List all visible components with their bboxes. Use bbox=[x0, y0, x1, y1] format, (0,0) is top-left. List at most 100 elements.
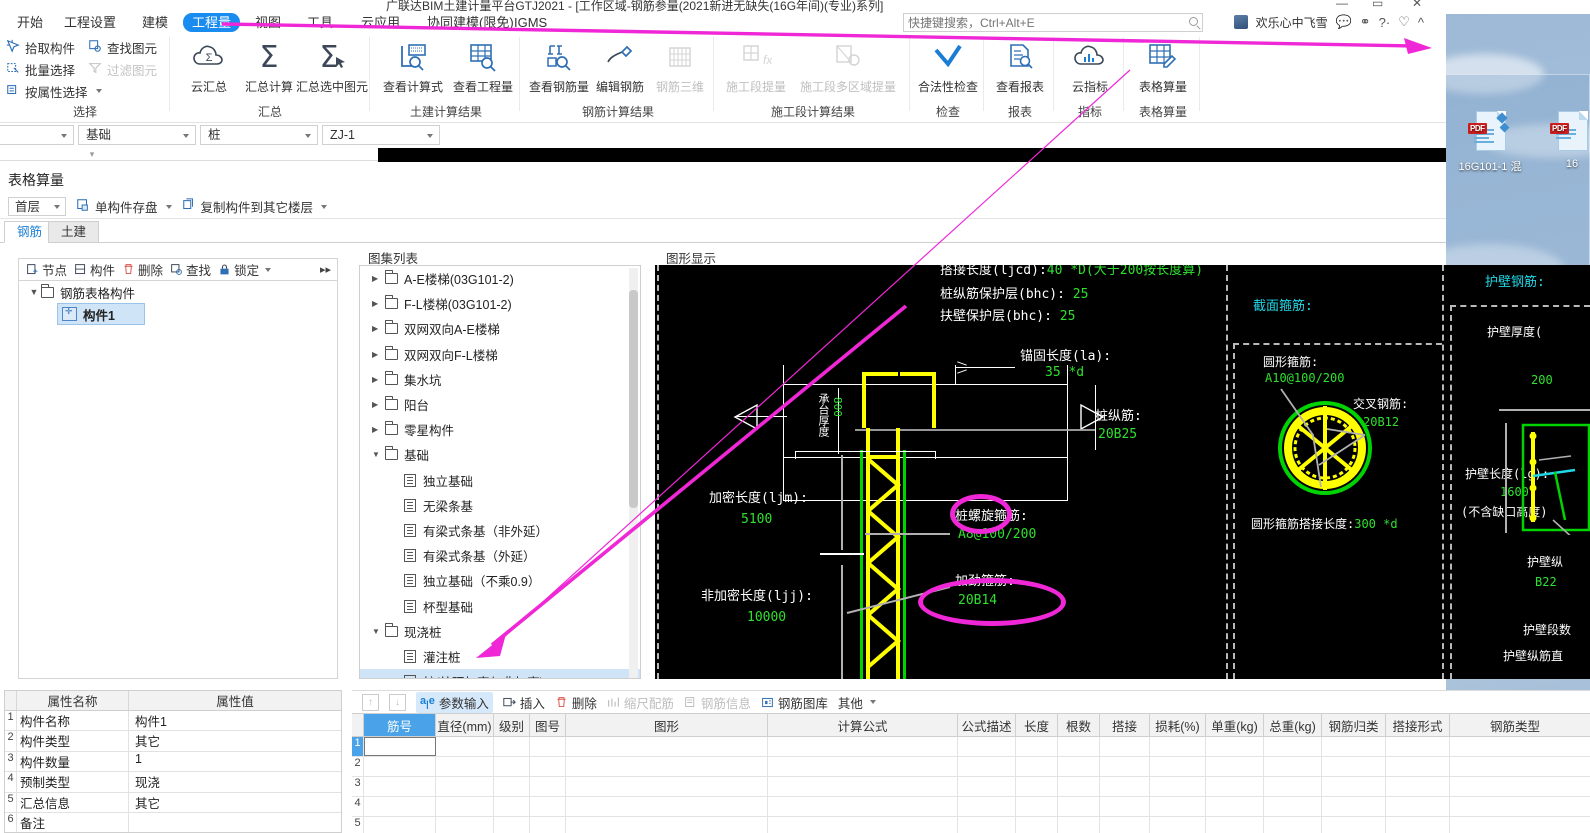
cell-shape[interactable] bbox=[566, 737, 768, 756]
ribbon-button-validity-check[interactable]: 合法性检查 bbox=[914, 36, 982, 95]
cell-formula[interactable] bbox=[768, 737, 958, 756]
comment-icon[interactable]: 💬 bbox=[1336, 14, 1352, 30]
cell-lap[interactable] bbox=[1100, 777, 1150, 796]
column-header-grade[interactable]: 级别 bbox=[494, 714, 530, 736]
atlas-item-cast-in-place-pile[interactable]: ▼ 现浇桩 bbox=[360, 619, 640, 644]
ribbon-button-view-report[interactable]: 查看报表 bbox=[988, 36, 1052, 95]
cell-formula[interactable] bbox=[768, 757, 958, 776]
table-row[interactable]: 5 bbox=[352, 817, 1590, 833]
property-value[interactable]: 其它 bbox=[129, 793, 341, 812]
cell-drawing-no[interactable] bbox=[530, 797, 566, 816]
delete-button[interactable]: 删除 bbox=[555, 693, 597, 712]
copy-component-button[interactable]: 复制构件到其它楼层 bbox=[182, 197, 328, 216]
cell-count[interactable] bbox=[1058, 757, 1100, 776]
cell-formula[interactable] bbox=[768, 797, 958, 816]
cell-rebar-type[interactable] bbox=[1450, 797, 1580, 816]
cell-drawing-no[interactable] bbox=[530, 737, 566, 756]
menu-item-quantity[interactable]: 工程量 bbox=[183, 13, 241, 32]
menu-item-start[interactable]: 开始 bbox=[8, 13, 52, 32]
cell-loss[interactable] bbox=[1150, 797, 1206, 816]
cell-formula-desc[interactable] bbox=[958, 737, 1016, 756]
cell-rebar-no[interactable] bbox=[364, 797, 436, 816]
atlas-item-dual-fl-stair[interactable]: ▶ 双网双向F-L楼梯 bbox=[360, 342, 640, 367]
menu-item-modeling[interactable]: 建模 bbox=[133, 13, 177, 32]
cell-unit-weight[interactable] bbox=[1206, 817, 1264, 833]
ribbon-button-table-quantity[interactable]: 表格算量 bbox=[1130, 36, 1196, 95]
cell-formula[interactable] bbox=[768, 777, 958, 796]
cell-rebar-class[interactable] bbox=[1322, 777, 1386, 796]
ribbon-button-select-by-property[interactable]: 按属性选择 bbox=[6, 80, 102, 102]
column-header-rebar-class[interactable]: 钢筋归类 bbox=[1322, 714, 1386, 736]
atlas-item-beam-strip-inner[interactable]: 有梁式条基（非外延） bbox=[360, 518, 640, 543]
chevron-down-icon[interactable] bbox=[165, 204, 172, 209]
cell-diameter[interactable] bbox=[436, 817, 494, 833]
column-header-lap[interactable]: 搭接 bbox=[1100, 714, 1150, 736]
cell-grade[interactable] bbox=[494, 757, 530, 776]
atlas-item-independent-foundation[interactable]: 独立基础 bbox=[360, 468, 640, 493]
param-input-button[interactable]: a|e 参数输入 bbox=[416, 691, 493, 713]
cell-rebar-no[interactable] bbox=[364, 817, 436, 833]
property-value[interactable] bbox=[129, 813, 341, 832]
user-name[interactable]: 欢乐心中飞雪 bbox=[1256, 14, 1328, 31]
cell-unit-weight[interactable] bbox=[1206, 757, 1264, 776]
cell-length[interactable] bbox=[1016, 797, 1058, 816]
menu-item-cloud-apps[interactable]: 云应用 bbox=[352, 13, 409, 32]
atlas-item-dual-ae-stair[interactable]: ▶ 双网双向A-E楼梯 bbox=[360, 316, 640, 341]
tree-item-component-1[interactable]: 构件1 bbox=[57, 303, 145, 325]
ribbon-button-view-formula[interactable]: 查看计算式 bbox=[378, 36, 448, 95]
tree-button-node[interactable]: 节点 bbox=[26, 260, 67, 279]
cell-rebar-class[interactable] bbox=[1322, 797, 1386, 816]
menu-item-project-settings[interactable]: 工程设置 bbox=[55, 13, 125, 32]
cell-diameter[interactable] bbox=[436, 777, 494, 796]
cell-count[interactable] bbox=[1058, 797, 1100, 816]
property-row-precast-type[interactable]: 4 预制类型 现浇 bbox=[5, 772, 341, 793]
search-input[interactable] bbox=[904, 14, 1176, 31]
atlas-item-sump[interactable]: ▶ 集水坑 bbox=[360, 367, 640, 392]
column-header-lap-form[interactable]: 搭接形式 bbox=[1386, 714, 1450, 736]
property-grid-splitter[interactable] bbox=[4, 681, 342, 689]
insert-button[interactable]: 插入 bbox=[503, 693, 545, 712]
cell-count[interactable] bbox=[1058, 777, 1100, 796]
table-row[interactable]: 2 bbox=[352, 757, 1590, 777]
cell-total-weight[interactable] bbox=[1264, 777, 1322, 796]
cell-formula-desc[interactable] bbox=[958, 757, 1016, 776]
atlas-item-beam-strip-outer[interactable]: 有梁式条基（外延） bbox=[360, 543, 640, 568]
tree-button-delete[interactable]: 删除 bbox=[122, 260, 163, 279]
cell-total-weight[interactable] bbox=[1264, 737, 1322, 756]
floor-level-combo[interactable]: 首层 bbox=[8, 197, 66, 216]
table-row[interactable]: 4 bbox=[352, 797, 1590, 817]
cell-rebar-type[interactable] bbox=[1450, 817, 1580, 833]
cell-total-weight[interactable] bbox=[1264, 757, 1322, 776]
cell-shape[interactable] bbox=[566, 777, 768, 796]
cell-drawing-no[interactable] bbox=[530, 777, 566, 796]
cell-rebar-no[interactable] bbox=[364, 777, 436, 796]
atlas-item-beamless-strip[interactable]: 无梁条基 bbox=[360, 493, 640, 518]
chevron-down-icon[interactable] bbox=[321, 204, 328, 209]
chevron-down-icon[interactable] bbox=[61, 134, 67, 138]
splitter-handle-left[interactable]: ▾ bbox=[85, 150, 99, 159]
cell-count[interactable] bbox=[1058, 737, 1100, 756]
chevron-right-icon[interactable]: ▶ bbox=[372, 375, 385, 384]
atlas-item-ae-stair[interactable]: ▶ A-E楼梯(03G101-2) bbox=[360, 266, 640, 291]
cell-length[interactable] bbox=[1016, 737, 1058, 756]
column-header-count[interactable]: 根数 bbox=[1058, 714, 1100, 736]
menu-item-tools[interactable]: 工具 bbox=[298, 13, 342, 32]
property-row-remark[interactable]: 6 备注 bbox=[5, 812, 341, 832]
atlas-item-fl-stair[interactable]: ▶ F-L楼梯(03G101-2) bbox=[360, 291, 640, 316]
cell-diameter[interactable] bbox=[436, 737, 494, 756]
ribbon-button-cloud-sum[interactable]: Σ 云汇总 bbox=[178, 36, 240, 95]
cell-drawing-no[interactable] bbox=[530, 817, 566, 833]
property-value[interactable]: 构件1 bbox=[129, 711, 341, 730]
cell-lap-form[interactable] bbox=[1386, 757, 1450, 776]
atlas-item-pile-dense-nondense[interactable]: 桩(处理加密与非加密) bbox=[360, 669, 640, 678]
other-button[interactable]: 其他 bbox=[838, 693, 876, 712]
column-header-formula[interactable]: 计算公式 bbox=[768, 714, 958, 736]
cell-rebar-type[interactable] bbox=[1450, 737, 1580, 756]
column-header-rebar-no[interactable]: 筋号 bbox=[364, 714, 436, 736]
save-component-button[interactable]: 单构件存盘 bbox=[76, 197, 172, 216]
cell-lap-form[interactable] bbox=[1386, 797, 1450, 816]
help-icon[interactable]: ?· bbox=[1379, 15, 1391, 30]
property-row-component-type[interactable]: 2 构件类型 其它 bbox=[5, 731, 341, 752]
headset-icon[interactable]: ⚭ bbox=[1360, 14, 1371, 30]
chevron-right-icon[interactable]: ▶ bbox=[372, 324, 385, 333]
